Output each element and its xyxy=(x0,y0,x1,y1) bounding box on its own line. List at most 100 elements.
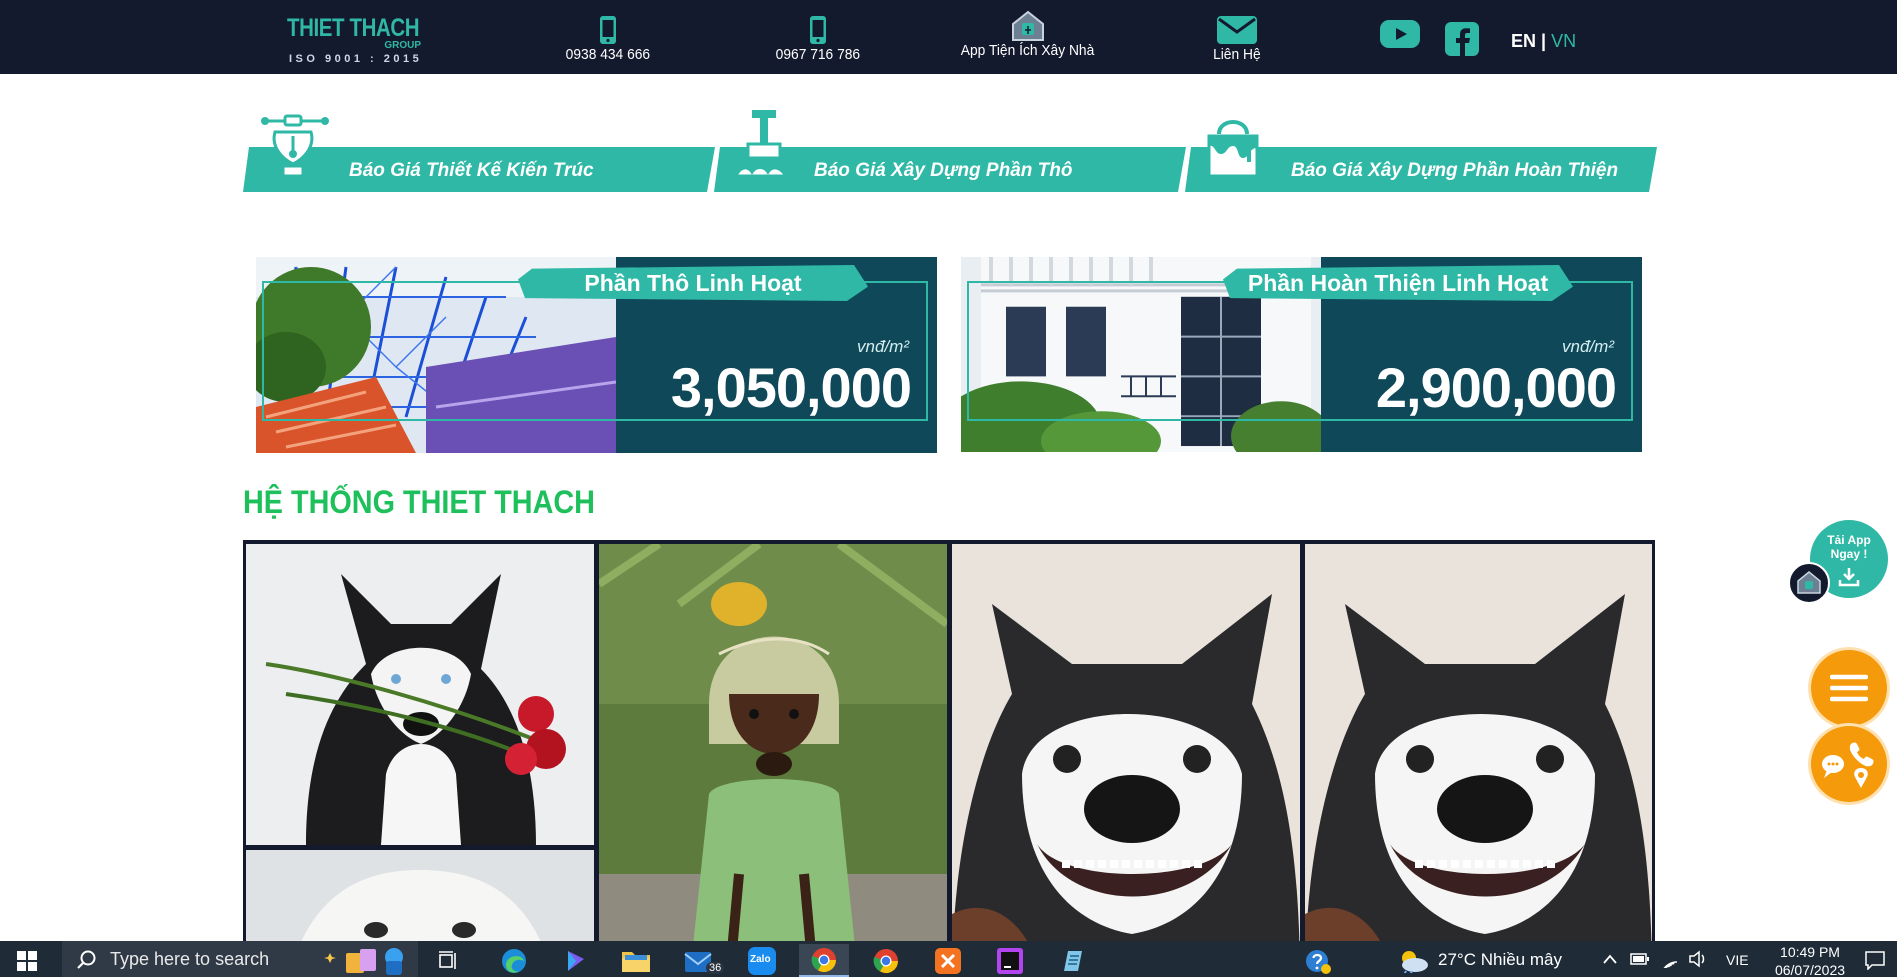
weather-cloud-icon xyxy=(1402,951,1428,973)
chevron-up-icon[interactable] xyxy=(1602,953,1618,965)
windows-taskbar: Type here to search 36 Zalo 27°C Nhiều m… xyxy=(0,941,1897,977)
quote-label: Báo Giá Thiết Kế Kiến Trúc xyxy=(349,160,594,181)
battery-icon[interactable] xyxy=(1630,952,1650,966)
chrome-icon xyxy=(811,947,836,972)
input-language[interactable]: VIE xyxy=(1726,952,1749,968)
facebook-link[interactable] xyxy=(1445,22,1479,61)
chat-phone-location-icon xyxy=(1822,742,1874,788)
language-switcher: EN | VN xyxy=(1511,31,1576,52)
house-app-icon xyxy=(1797,571,1821,594)
copilot-icon xyxy=(568,950,584,971)
husky-rose-image xyxy=(246,544,594,845)
youtube-link[interactable] xyxy=(1379,18,1421,55)
lang-en[interactable]: EN xyxy=(1511,31,1536,51)
paint-bucket-icon xyxy=(1207,120,1259,178)
taskbar-zalo[interactable]: Zalo xyxy=(742,944,782,977)
download-icon xyxy=(1838,568,1860,587)
app-logo-badge[interactable] xyxy=(1788,562,1830,604)
logo-group: GROUP xyxy=(384,40,421,51)
wifi-icon[interactable] xyxy=(1660,950,1680,968)
windows-logo-icon xyxy=(17,951,37,971)
taskbar-xampp[interactable] xyxy=(928,944,968,977)
mail-badge: 36 xyxy=(706,962,725,974)
mobile-phone-icon xyxy=(599,14,617,46)
clock-date: 06/07/2023 xyxy=(1774,962,1846,977)
app-link[interactable]: App Tiện Ích Xây Nhà xyxy=(950,0,1106,74)
browser-page: THIET THACH GROUP ISO 9001 : 2015 0938 4… xyxy=(0,0,1897,977)
download-app-line1: Tải App xyxy=(1827,533,1871,547)
envelope-icon xyxy=(1216,14,1258,46)
quote-architecture[interactable]: Báo Giá Thiết Kế Kiến Trúc xyxy=(243,110,715,192)
search-icon xyxy=(77,950,96,969)
taskbar-edge[interactable] xyxy=(494,944,534,977)
download-app-line2: Ngay ! xyxy=(1830,547,1868,561)
gallery-photo-dog-melon-hat[interactable] xyxy=(599,544,947,977)
pen-tool-icon xyxy=(261,114,329,178)
logo-name: THIET THACH xyxy=(287,14,420,42)
price-value: 2,900,000 xyxy=(1375,356,1617,419)
dog-melon-hat-image xyxy=(599,544,947,977)
banner-finishing[interactable]: Phần Hoàn Thiện Linh Hoạt vnđ/m² 2,900,0… xyxy=(961,257,1642,452)
taskbar-file-explorer[interactable] xyxy=(616,944,656,977)
quote-label: Báo Giá Xây Dựng Phần Hoàn Thiện xyxy=(1291,160,1619,181)
taskbar-chrome-2[interactable] xyxy=(866,944,906,977)
notepad-icon xyxy=(1064,950,1082,971)
weather-text[interactable]: 27°C Nhiều mây xyxy=(1438,950,1562,970)
clock-time: 10:49 PM xyxy=(1780,944,1840,960)
lang-vn[interactable]: VN xyxy=(1551,31,1576,51)
logo-iso: ISO 9001 : 2015 xyxy=(289,53,423,65)
taskbar-notepad[interactable] xyxy=(1052,944,1092,977)
husky-smile-image xyxy=(952,544,1300,977)
taskbar-mail[interactable]: 36 xyxy=(680,944,725,977)
phone-number-2: 0967 716 786 xyxy=(775,46,861,63)
top-bar: THIET THACH GROUP ISO 9001 : 2015 0938 4… xyxy=(0,0,1897,74)
help-icon xyxy=(1306,949,1331,974)
taskbar-chrome-active[interactable] xyxy=(799,944,849,977)
notification-icon[interactable] xyxy=(1864,950,1886,970)
quote-finishing[interactable]: Báo Giá Xây Dựng Phần Hoàn Thiện xyxy=(1185,110,1657,192)
price-unit: vnđ/m² xyxy=(1562,337,1614,356)
taskbar-copilot[interactable] xyxy=(556,944,596,977)
price-unit: vnđ/m² xyxy=(857,337,909,356)
facebook-icon xyxy=(1445,22,1479,56)
folder-icon xyxy=(622,951,650,972)
phone-link-1[interactable]: 0938 434 666 xyxy=(558,0,658,74)
task-view-button[interactable] xyxy=(428,944,468,977)
phone-number-1: 0938 434 666 xyxy=(565,46,651,63)
section-title: HỆ THỐNG THIET THACH xyxy=(243,484,595,520)
banner-tag: Phần Hoàn Thiện Linh Hoạt xyxy=(1247,270,1549,296)
banner-rough-construction[interactable]: Phần Thô Linh Hoạt vnđ/m² 3,050,000 xyxy=(256,257,937,453)
banner-tag: Phần Thô Linh Hoạt xyxy=(584,270,802,296)
gallery-photo-husky-rose[interactable] xyxy=(246,544,594,845)
phone-link-2[interactable]: 0967 716 786 xyxy=(768,0,868,74)
chrome-icon xyxy=(873,948,898,973)
husky-smile-image xyxy=(1305,544,1652,977)
contact-link[interactable]: Liên Hệ xyxy=(1187,0,1287,74)
youtube-icon xyxy=(1380,20,1420,48)
house-app-icon xyxy=(1011,10,1045,42)
speaker-icon[interactable] xyxy=(1688,950,1708,968)
lang-separator: | xyxy=(1541,31,1547,51)
quote-label: Báo Giá Xây Dựng Phần Thô xyxy=(814,160,1073,181)
taskbar-clock[interactable]: 10:49 PM 06/07/2023 xyxy=(1770,943,1850,977)
gallery-photo-husky-smile-2[interactable] xyxy=(1305,544,1652,977)
price-value: 3,050,000 xyxy=(670,356,912,419)
menu-fab[interactable] xyxy=(1811,650,1887,726)
start-button[interactable] xyxy=(17,951,37,976)
phpstorm-icon xyxy=(997,947,1023,974)
taskbar-phpstorm[interactable] xyxy=(990,944,1030,977)
contact-fab[interactable] xyxy=(1811,726,1887,802)
site-logo[interactable]: THIET THACH GROUP ISO 9001 : 2015 xyxy=(287,14,427,70)
gallery-photo-husky-smile-1[interactable] xyxy=(952,544,1300,977)
search-highlight-icon xyxy=(324,948,403,975)
contact-label: Liên Hệ xyxy=(1213,46,1261,63)
quote-rough-construction[interactable]: Báo Giá Xây Dựng Phần Thô xyxy=(714,110,1186,192)
xampp-icon xyxy=(935,947,961,974)
edge-browser-icon xyxy=(502,948,526,973)
photo-gallery xyxy=(243,540,1655,977)
taskbar-search-box[interactable]: Type here to search xyxy=(62,941,418,977)
hamburger-menu-icon xyxy=(1830,674,1868,702)
help-tray-button[interactable] xyxy=(1298,944,1338,977)
task-view-icon xyxy=(439,950,456,969)
search-placeholder: Type here to search xyxy=(110,948,270,969)
